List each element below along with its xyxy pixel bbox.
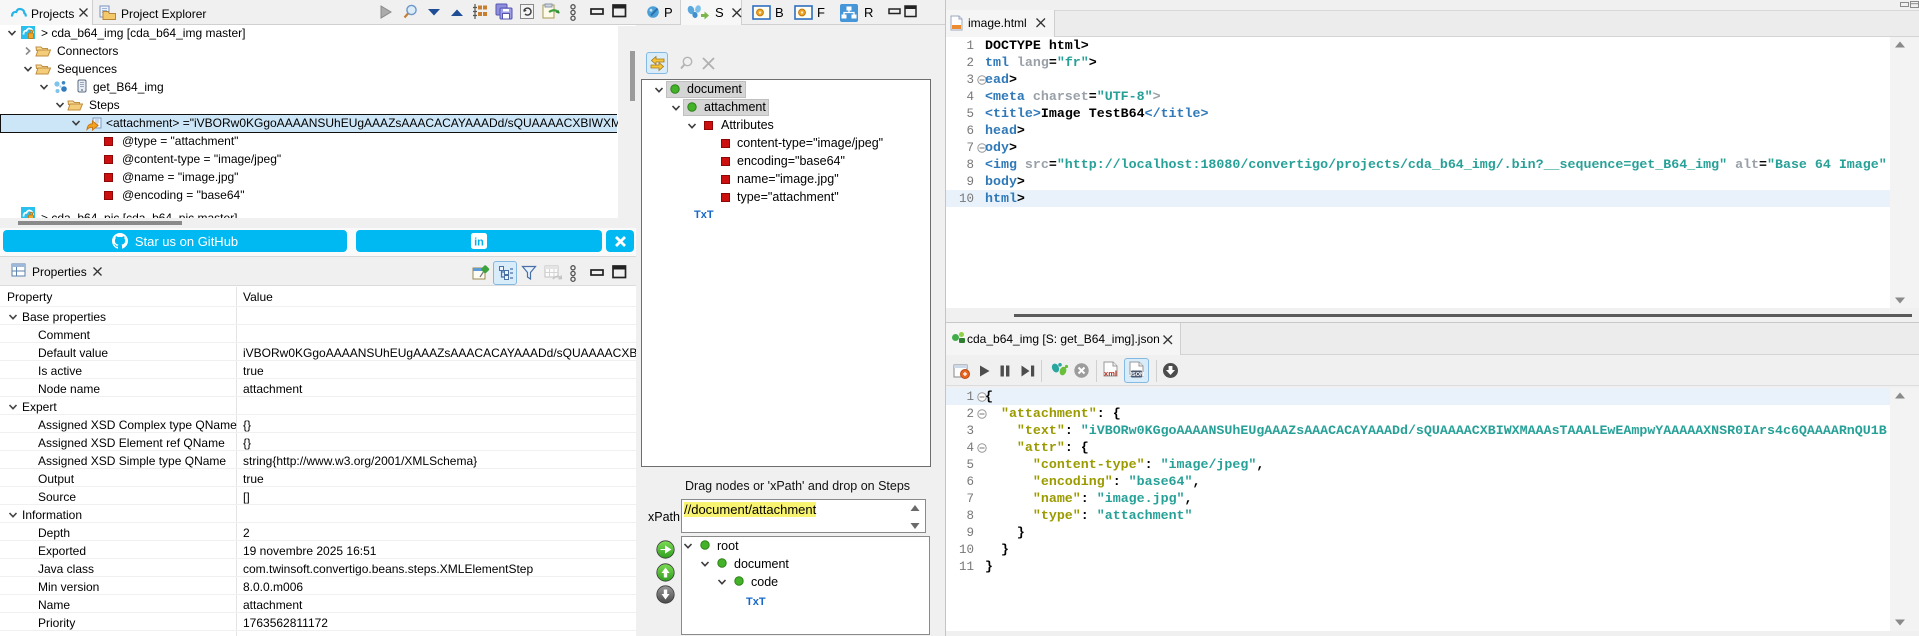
svg-text:in: in — [474, 237, 484, 249]
svg-text:JSON: JSON — [1129, 372, 1144, 378]
svg-text:xml: xml — [1104, 369, 1117, 378]
